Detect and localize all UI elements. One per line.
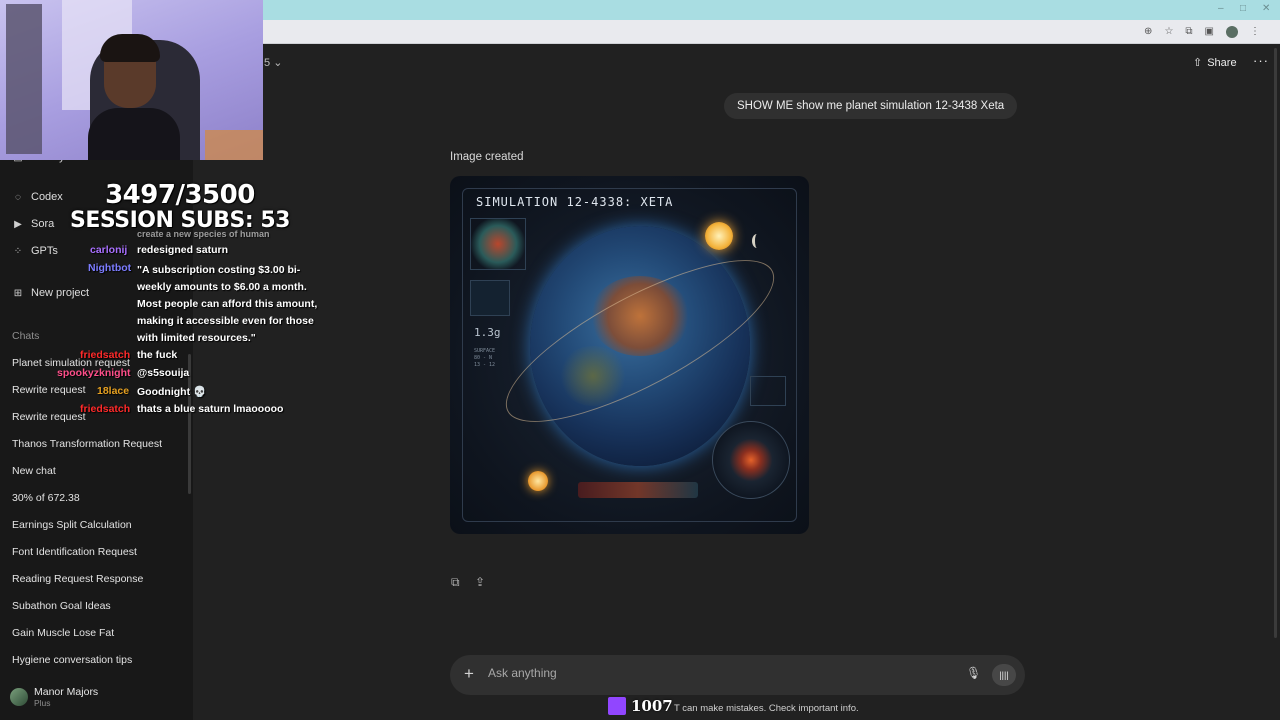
share-icon: ⇧ xyxy=(1193,57,1203,69)
extensions-icon[interactable]: ⧉ xyxy=(1185,25,1192,39)
chevron-down-icon: ⌄ xyxy=(273,57,283,69)
user-plan: Plus xyxy=(34,698,51,708)
chat-username: friedsatch xyxy=(80,403,131,415)
streamer-body xyxy=(88,108,180,160)
chat-username: friedsatch xyxy=(80,349,131,361)
chat-message: create a new species of human xyxy=(137,229,270,239)
sidebar-item-new-project[interactable]: ⊞ New project xyxy=(12,287,89,299)
image-small-text: SURFACE 80 - N 13 - 12 xyxy=(474,348,496,368)
maximize-button[interactable]: □ xyxy=(1240,3,1246,14)
main-scrollbar[interactable] xyxy=(1274,48,1277,638)
share-label: Share xyxy=(1207,56,1237,69)
minimize-button[interactable]: – xyxy=(1218,3,1224,14)
image-panel xyxy=(470,280,510,316)
chat-item[interactable]: Gain Muscle Lose Fat xyxy=(12,627,114,639)
sub-goal-counter: 3497/3500 SESSION SUBS: 53 xyxy=(70,182,290,234)
viewer-count: 1007 xyxy=(631,697,673,715)
chat-item[interactable]: Subathon Goal Ideas xyxy=(12,600,111,612)
radar-display xyxy=(712,421,790,499)
cat-tree xyxy=(6,4,42,154)
sidebar-item-label: New project xyxy=(31,287,90,299)
chat-message: redesigned saturn xyxy=(137,244,229,256)
image-strip xyxy=(578,482,698,498)
more-options-icon[interactable]: ··· xyxy=(1253,53,1269,68)
chat-item[interactable]: Earnings Split Calculation xyxy=(12,519,132,531)
star xyxy=(705,222,733,250)
model-selector[interactable]: 5 ⌄ xyxy=(264,56,282,69)
webcam-overlay xyxy=(0,0,263,160)
chat-username: Nightbot xyxy=(88,262,132,274)
voice-mode-button[interactable]: |||| xyxy=(992,664,1016,686)
codex-icon: ◌ xyxy=(15,191,21,203)
sidebar-item-label: GPTs xyxy=(31,245,58,257)
chat-message: "A subscription costing $3.00 bi-weekly … xyxy=(137,264,318,344)
sidebar-item-label: Codex xyxy=(31,191,63,203)
sidebar-item-gpts[interactable]: ⁘ GPTs xyxy=(12,245,58,257)
generated-image[interactable]: SIMULATION 12-4338: XETA 1.3g SURFACE 80… xyxy=(450,176,809,534)
chat-item[interactable]: Rewrite request xyxy=(12,411,86,423)
moon xyxy=(752,234,762,248)
chat-message: @s5souija xyxy=(137,367,190,379)
microphone-icon[interactable]: 🎙 xyxy=(966,666,981,680)
twitch-icon xyxy=(608,697,626,715)
image-title: SIMULATION 12-4338: XETA xyxy=(476,195,674,209)
sidebar-item-codex[interactable]: ◌ Codex xyxy=(12,191,63,203)
chats-heading: Chats xyxy=(12,330,40,342)
zoom-icon[interactable]: ⊕ xyxy=(1144,25,1152,39)
sora-icon: ▶ xyxy=(14,218,22,230)
share-button[interactable]: ⇧ Share xyxy=(1193,56,1237,70)
chat-item[interactable]: New chat xyxy=(12,465,56,477)
profile-icon[interactable] xyxy=(1226,26,1238,38)
chat-username: 18lace xyxy=(97,385,130,397)
chat-item[interactable]: Font Identification Request xyxy=(12,546,137,558)
user-account[interactable]: Manor Majors Plus xyxy=(10,686,98,708)
star xyxy=(528,471,548,491)
chat-username: carlonij xyxy=(90,244,128,256)
desk-items xyxy=(205,130,263,160)
close-window-button[interactable]: ✕ xyxy=(1262,3,1270,14)
image-readout: 1.3g xyxy=(474,326,501,339)
chat-message: Goodnight 💀 xyxy=(137,386,207,398)
chat-item[interactable]: Rewrite request xyxy=(12,384,86,396)
gpts-icon: ⁘ xyxy=(13,245,23,257)
sidebar-item-label: Sora xyxy=(31,218,55,230)
chat-item[interactable]: Reading Request Response xyxy=(12,573,143,585)
disclaimer: T can make mistakes. Check important inf… xyxy=(674,703,859,714)
plus-icon[interactable]: + xyxy=(464,664,474,684)
user-name: Manor Majors xyxy=(34,686,99,698)
new-project-icon: ⊞ xyxy=(13,287,23,299)
chat-message: thats a blue saturn lmaooooo xyxy=(137,403,284,415)
image-panel xyxy=(750,376,786,406)
menu-icon[interactable]: ⋮ xyxy=(1250,25,1260,39)
image-panel xyxy=(470,218,526,270)
sub-goal-count: 3497/3500 xyxy=(105,180,255,210)
chat-item[interactable]: 30% of 672.38 xyxy=(12,492,80,504)
image-status: Image created xyxy=(450,151,524,163)
star-icon[interactable]: ☆ xyxy=(1164,25,1173,39)
model-name: 5 xyxy=(264,57,271,69)
address-bar-icons: ⊕ ☆ ⧉ ▣ ⋮ xyxy=(1144,25,1260,39)
chat-item[interactable]: Hygiene conversation tips xyxy=(12,654,132,666)
prompt-input[interactable] xyxy=(488,666,948,680)
share-image-icon[interactable]: ⇪ xyxy=(475,575,485,589)
avatar xyxy=(10,688,28,706)
chat-username: spookyzknight xyxy=(57,367,131,379)
user-message: SHOW ME show me planet simulation 12-343… xyxy=(724,93,1018,119)
composer: + 🎙 |||| xyxy=(450,655,1025,695)
copy-icon[interactable]: ⧉ xyxy=(451,575,460,590)
chat-item[interactable]: Thanos Transformation Request xyxy=(12,438,162,450)
sidebar-icon[interactable]: ▣ xyxy=(1205,25,1214,39)
chat-message: the fuck xyxy=(137,349,178,361)
streamer-hair xyxy=(100,34,160,62)
sidebar-item-sora[interactable]: ▶ Sora xyxy=(12,218,54,230)
